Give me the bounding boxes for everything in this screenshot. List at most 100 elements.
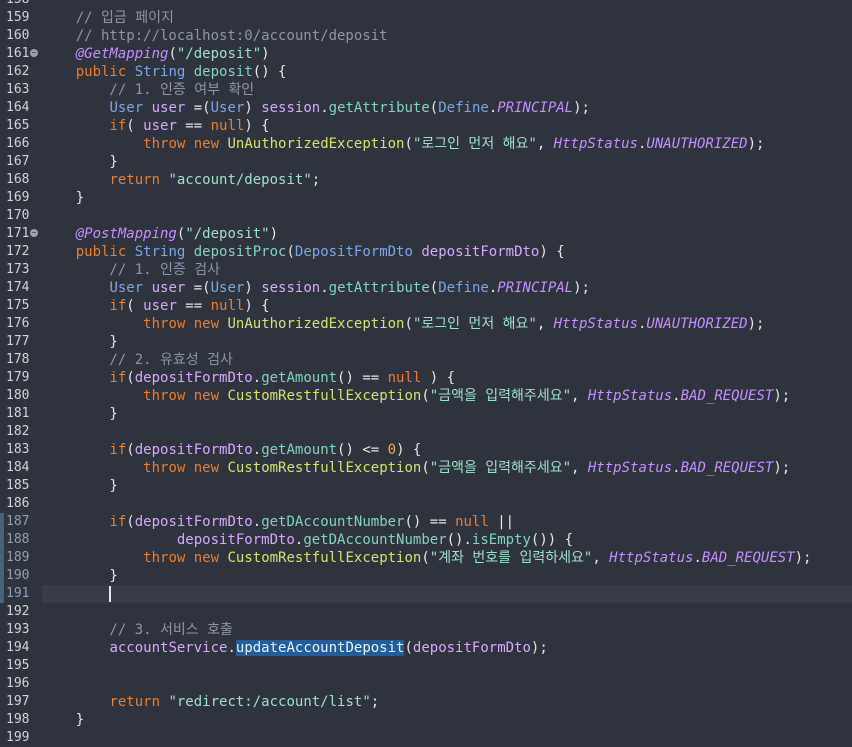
code-line[interactable]: } (42, 153, 852, 171)
line-number-row[interactable]: 173 (0, 261, 42, 279)
code-line[interactable]: throw new CustomRestfullException("금액을 입… (42, 387, 852, 405)
code-area[interactable]: // 입금 페이지 // http://localhost:0/account/… (42, 0, 852, 744)
line-number-row[interactable]: 163 (0, 81, 42, 99)
line-number-row[interactable]: 191 (0, 585, 42, 603)
line-number-row[interactable]: 196 (0, 675, 42, 693)
code-line[interactable] (42, 603, 852, 621)
code-line[interactable] (42, 675, 852, 693)
line-number-row[interactable]: 166 (0, 135, 42, 153)
line-number-row[interactable]: 185 (0, 477, 42, 495)
code-line[interactable]: return "redirect:/account/list"; (42, 693, 852, 711)
code-line[interactable]: // 입금 페이지 (42, 9, 852, 27)
line-number-row[interactable]: 190 (0, 567, 42, 585)
line-number-row[interactable]: 195 (0, 657, 42, 675)
line-number-row[interactable]: 197 (0, 693, 42, 711)
line-number-row[interactable]: 176 (0, 315, 42, 333)
code-line[interactable]: @PostMapping("/deposit") (42, 225, 852, 243)
fold-toggle-icon[interactable]: − (30, 49, 38, 57)
line-number-row[interactable]: 186 (0, 495, 42, 513)
line-number-row[interactable]: 178 (0, 351, 42, 369)
line-number-row[interactable]: 170 (0, 207, 42, 225)
line-number-row[interactable]: 192 (0, 603, 42, 621)
code-line[interactable]: // 1. 인증 여부 확인 (42, 81, 852, 99)
line-number-row[interactable]: 161− (0, 45, 42, 63)
line-number: 172 (6, 244, 30, 259)
code-editor[interactable]: 158159160161−162163164165166167168169170… (0, 0, 852, 747)
code-line[interactable]: return "account/deposit"; (42, 171, 852, 189)
line-number-row[interactable]: 198 (0, 711, 42, 729)
code-line[interactable] (42, 495, 852, 513)
code-line[interactable]: if( user == null) { (42, 297, 852, 315)
line-number-row[interactable]: 172 (0, 243, 42, 261)
code-line[interactable]: @GetMapping("/deposit") (42, 45, 852, 63)
line-number-row[interactable]: 187 (0, 513, 42, 531)
code-line[interactable]: throw new CustomRestfullException("금액을 입… (42, 459, 852, 477)
code-line[interactable]: } (42, 567, 852, 585)
line-number-row[interactable]: 167 (0, 153, 42, 171)
line-number-row[interactable]: 193 (0, 621, 42, 639)
line-number-row[interactable]: 177 (0, 333, 42, 351)
line-number-row[interactable]: 182 (0, 423, 42, 441)
code-line[interactable]: // 2. 유효성 검사 (42, 351, 852, 369)
line-number-row[interactable]: 159 (0, 9, 42, 27)
code-line[interactable]: User user =(User) session.getAttribute(D… (42, 279, 852, 297)
fold-toggle-icon[interactable]: − (30, 229, 38, 237)
code-line[interactable]: } (42, 333, 852, 351)
code-token: null (455, 514, 489, 530)
code-line[interactable] (42, 585, 852, 603)
line-number-row[interactable]: 162 (0, 63, 42, 81)
code-line[interactable] (42, 207, 852, 225)
line-number-row[interactable]: 164 (0, 99, 42, 117)
line-number-row[interactable]: 169 (0, 189, 42, 207)
code-line[interactable]: depositFormDto.getDAccountNumber().isEmp… (42, 531, 852, 549)
code-line[interactable]: if(depositFormDto.getAmount() == null ) … (42, 369, 852, 387)
line-number-row[interactable]: 189 (0, 549, 42, 567)
code-token: isEmpty (471, 532, 531, 548)
code-line[interactable]: if(depositFormDto.getAmount() <= 0) { (42, 441, 852, 459)
code-line[interactable] (42, 657, 852, 675)
line-number-row[interactable]: 168 (0, 171, 42, 189)
code-line[interactable]: public String depositProc(DepositFormDto… (42, 243, 852, 261)
code-line[interactable]: if(depositFormDto.getDAccountNumber() ==… (42, 513, 852, 531)
line-number-row[interactable]: 165 (0, 117, 42, 135)
line-number-row[interactable]: 199 (0, 729, 42, 747)
code-token: // 2. 유효성 검사 (42, 352, 233, 368)
line-number-row[interactable]: 179 (0, 369, 42, 387)
code-line[interactable]: } (42, 477, 852, 495)
code-line[interactable]: public String deposit() { (42, 63, 852, 81)
code-line[interactable]: throw new UnAuthorizedException("로그인 먼저 … (42, 315, 852, 333)
line-number-row[interactable]: 160 (0, 27, 42, 45)
line-number-row[interactable]: 174 (0, 279, 42, 297)
line-number-row[interactable]: 180 (0, 387, 42, 405)
code-line[interactable]: // http://localhost:0/account/deposit (42, 27, 852, 45)
line-number-gutter[interactable]: 158159160161−162163164165166167168169170… (0, 0, 42, 747)
code-line[interactable]: } (42, 189, 852, 207)
code-line[interactable] (42, 729, 852, 747)
code-line[interactable]: // 1. 인증 검사 (42, 261, 852, 279)
code-line[interactable]: } (42, 711, 852, 729)
code-line[interactable]: User user =(User) session.getAttribute(D… (42, 99, 852, 117)
line-number-row[interactable]: 194 (0, 639, 42, 657)
code-line[interactable] (42, 0, 852, 9)
line-number-row[interactable]: 181 (0, 405, 42, 423)
line-number-row[interactable]: 158 (0, 0, 42, 9)
line-number-row[interactable]: 183 (0, 441, 42, 459)
line-number-row[interactable]: 171− (0, 225, 42, 243)
code-line[interactable]: throw new UnAuthorizedException("로그인 먼저 … (42, 135, 852, 153)
line-number-row[interactable]: 188 (0, 531, 42, 549)
code-line[interactable]: throw new CustomRestfullException("계좌 번호… (42, 549, 852, 567)
code-token: "/deposit" (185, 226, 270, 242)
code-line[interactable] (42, 423, 852, 441)
code-line[interactable]: if( user == null) { (42, 117, 852, 135)
code-line[interactable]: // 3. 서비스 호출 (42, 621, 852, 639)
code-line[interactable]: accountService.updateAccountDeposit(depo… (42, 639, 852, 657)
line-number-row[interactable]: 175 (0, 297, 42, 315)
code-line[interactable]: } (42, 405, 852, 423)
code-token: ( (404, 316, 413, 332)
line-number-row[interactable]: 184 (0, 459, 42, 477)
code-token: // 3. 서비스 호출 (42, 622, 233, 638)
